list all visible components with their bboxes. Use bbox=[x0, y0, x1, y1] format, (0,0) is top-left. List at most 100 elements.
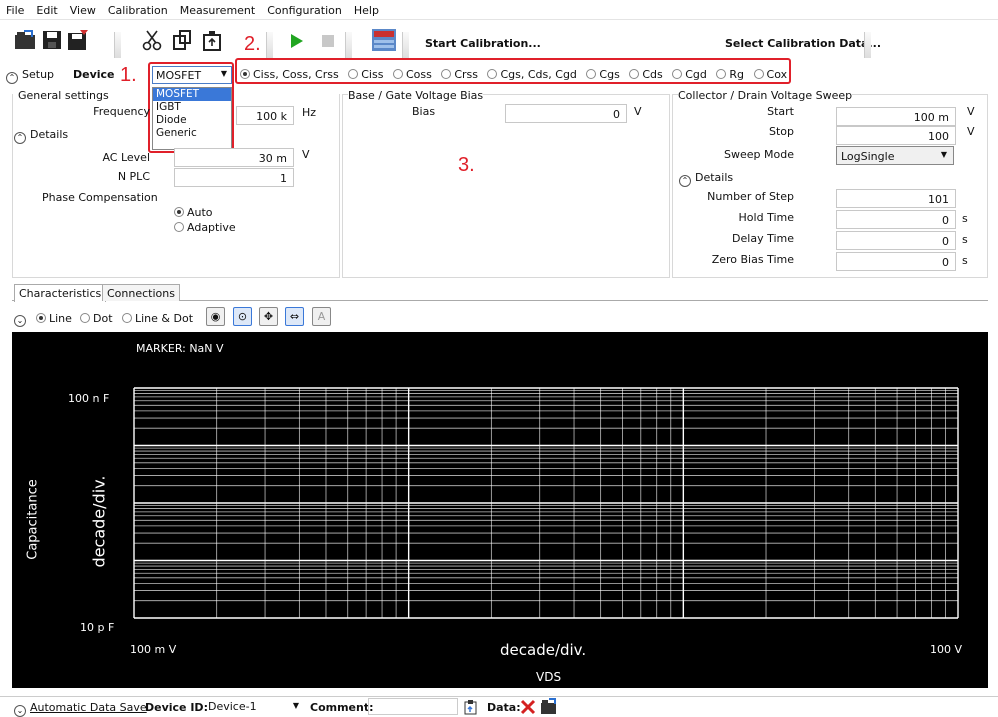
toolbar-grip[interactable] bbox=[345, 32, 352, 58]
delay-time-input[interactable]: 0 bbox=[836, 231, 956, 250]
number-of-step-input[interactable]: 101 bbox=[836, 189, 956, 208]
line-dot-label: Line & Dot bbox=[135, 312, 194, 325]
start-calibration-button[interactable]: Start Calibration... bbox=[425, 37, 541, 50]
sweep-mode-value: LogSingle bbox=[841, 150, 895, 163]
start-input[interactable]: 100 m bbox=[836, 107, 956, 126]
zero-bias-time-label: Zero Bias Time bbox=[711, 253, 794, 266]
dot-label: Dot bbox=[93, 312, 113, 325]
device-id-value: Device-1 bbox=[208, 700, 257, 713]
device-id-select[interactable]: Device-1 ▼ bbox=[205, 698, 303, 715]
ac-level-label: AC Level bbox=[102, 151, 150, 164]
run-icon[interactable] bbox=[290, 33, 304, 49]
graph-options-toggle[interactable]: ⌄ bbox=[14, 311, 30, 327]
sweep-mode-label: Sweep Mode bbox=[724, 148, 794, 161]
collapse-icon[interactable]: ⌃ bbox=[14, 132, 26, 144]
x-axis-title: VDS bbox=[536, 670, 562, 684]
collapse-icon[interactable]: ⌃ bbox=[679, 175, 691, 187]
nplc-input[interactable]: 1 bbox=[174, 168, 294, 187]
sweep-mode-select[interactable]: LogSingle ▼ bbox=[836, 146, 954, 165]
radio-icon[interactable] bbox=[36, 313, 46, 323]
phase-auto-option[interactable]: Auto bbox=[174, 206, 213, 219]
select-calibration-data-button[interactable]: Select Calibration Data... bbox=[725, 37, 881, 50]
save-icon[interactable] bbox=[42, 30, 62, 50]
menu-view[interactable]: View bbox=[64, 0, 102, 17]
bias-input[interactable]: 0 bbox=[505, 104, 627, 123]
comment-input[interactable] bbox=[368, 698, 458, 715]
cut-icon[interactable] bbox=[142, 29, 162, 51]
toolbar-grip[interactable] bbox=[266, 32, 273, 58]
details-label: Details bbox=[30, 128, 69, 141]
radio-icon[interactable] bbox=[122, 313, 132, 323]
camera-icon[interactable]: ◉ bbox=[206, 307, 225, 326]
calibration-icon[interactable] bbox=[371, 28, 397, 52]
menu-file[interactable]: File bbox=[0, 0, 30, 17]
auto-save-toggle[interactable]: ⌄ Automatic Data Save bbox=[14, 701, 147, 717]
data-label: Data: bbox=[487, 701, 521, 714]
toolbar-grip[interactable] bbox=[402, 32, 409, 58]
plot-area[interactable]: MARKER: NaN V 100 n F 10 p F 100 m V 100… bbox=[12, 332, 988, 688]
sweep-details-toggle[interactable]: ⌃ Details bbox=[679, 171, 733, 187]
x-right-label: 100 V bbox=[930, 643, 963, 656]
stop-input[interactable]: 100 bbox=[836, 126, 956, 145]
expand-icon[interactable]: ⌄ bbox=[14, 315, 26, 327]
clipboard-icon[interactable] bbox=[463, 699, 479, 715]
auto-save-label: Automatic Data Save bbox=[30, 701, 147, 714]
line-dot-option[interactable]: Line & Dot bbox=[122, 312, 193, 325]
delete-icon[interactable] bbox=[520, 699, 536, 715]
open-folder-icon[interactable] bbox=[540, 698, 558, 715]
start-unit: V bbox=[967, 105, 975, 118]
frequency-input[interactable]: 100 k bbox=[236, 106, 294, 125]
copy-icon[interactable] bbox=[172, 29, 192, 51]
annotation-3: 3. bbox=[458, 154, 475, 176]
status-bar: ⌄ Automatic Data Save Device ID: Device-1… bbox=[0, 696, 998, 717]
fit-icon[interactable]: ⇔ bbox=[285, 307, 304, 326]
pan-icon[interactable]: ✥ bbox=[259, 307, 278, 326]
number-of-step-label: Number of Step bbox=[707, 190, 794, 203]
drain-sweep-title: Collector / Drain Voltage Sweep bbox=[678, 89, 853, 102]
setup-toggle[interactable]: ⌃ Setup bbox=[6, 68, 54, 84]
radio-icon[interactable] bbox=[174, 207, 184, 217]
device-id-label: Device ID: bbox=[145, 701, 208, 714]
stop-icon[interactable] bbox=[321, 34, 335, 48]
collapse-icon[interactable]: ⌃ bbox=[6, 72, 18, 84]
expand-icon[interactable]: ⌄ bbox=[14, 705, 26, 717]
menu-calibration[interactable]: Calibration bbox=[102, 0, 174, 17]
hold-time-input[interactable]: 0 bbox=[836, 210, 956, 229]
menu-measurement[interactable]: Measurement bbox=[174, 0, 262, 17]
zero-bias-time-input[interactable]: 0 bbox=[836, 252, 956, 271]
menu-help[interactable]: Help bbox=[348, 0, 385, 17]
menu-configuration[interactable]: Configuration bbox=[261, 0, 348, 17]
nplc-label: N PLC bbox=[117, 170, 150, 183]
paste-icon[interactable] bbox=[202, 29, 224, 51]
radio-icon[interactable] bbox=[174, 222, 184, 232]
hold-time-label: Hold Time bbox=[738, 211, 794, 224]
delay-time-unit: s bbox=[962, 233, 968, 246]
toolbar-grip[interactable] bbox=[864, 32, 871, 58]
radio-icon[interactable] bbox=[80, 313, 90, 323]
setup-label: Setup bbox=[22, 68, 55, 81]
marker-icon[interactable]: ⊙ bbox=[233, 307, 252, 326]
text-annotation-icon[interactable]: A bbox=[312, 307, 331, 326]
ac-level-unit: V bbox=[302, 148, 310, 161]
open-folder-icon[interactable] bbox=[14, 29, 38, 51]
device-label: Device bbox=[73, 68, 115, 81]
tab-characteristics[interactable]: Characteristics bbox=[14, 284, 107, 302]
frequency-unit: Hz bbox=[302, 106, 317, 119]
menu-edit[interactable]: Edit bbox=[30, 0, 63, 17]
plot-grid bbox=[133, 387, 959, 619]
toolbar-grip[interactable] bbox=[114, 32, 121, 58]
ac-level-input[interactable]: 30 m bbox=[174, 148, 294, 167]
tab-connections[interactable]: Connections bbox=[102, 284, 180, 301]
toolbar: 2. Start Calibration... Select Calibrati… bbox=[0, 20, 998, 62]
stop-label: Stop bbox=[768, 125, 794, 138]
hold-time-unit: s bbox=[962, 212, 968, 225]
y-top-label: 100 n F bbox=[68, 392, 110, 405]
phase-adaptive-option[interactable]: Adaptive bbox=[174, 221, 236, 234]
annotation-2: 2. bbox=[244, 33, 261, 55]
x-left-label: 100 m V bbox=[130, 643, 177, 656]
dot-option[interactable]: Dot bbox=[80, 312, 113, 325]
details-toggle[interactable]: ⌃ Details bbox=[14, 128, 68, 144]
line-option[interactable]: Line bbox=[36, 312, 72, 325]
chevron-down-icon: ▼ bbox=[292, 701, 299, 710]
save-all-icon[interactable] bbox=[66, 29, 90, 51]
